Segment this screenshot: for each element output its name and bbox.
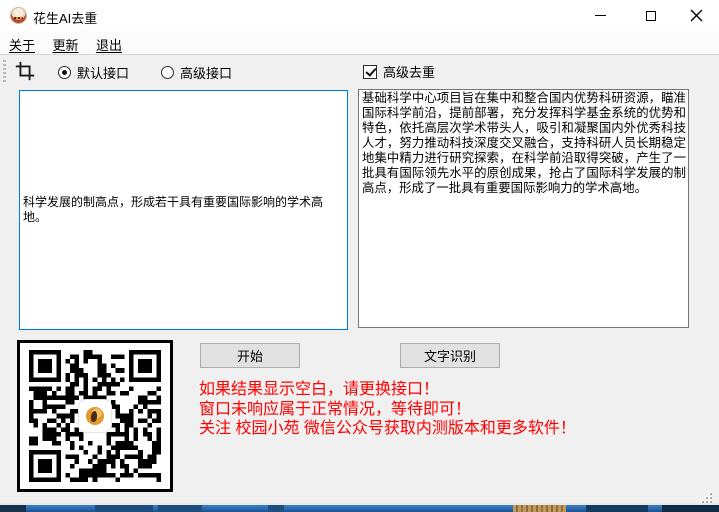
checkbox-advanced-dedupe[interactable]: 高级去重 bbox=[363, 62, 435, 81]
maximize-button[interactable] bbox=[628, 0, 673, 31]
qr-center-logo bbox=[79, 400, 111, 432]
minimize-icon bbox=[595, 15, 606, 16]
notice-line-1: 如果结果显示空白，请更换接口！ bbox=[199, 380, 576, 400]
menu-item-about[interactable]: 关于 bbox=[9, 35, 35, 54]
ocr-button[interactable]: 文字识别 bbox=[400, 343, 500, 368]
toolbar: 默认接口 高级接口 高级去重 bbox=[0, 56, 719, 86]
checkbox-icon bbox=[363, 65, 377, 79]
title-bar: 花生AI去重 bbox=[0, 0, 719, 31]
notice-line-3: 关注 校园小苑 微信公众号获取内测版本和更多软件！ bbox=[199, 419, 576, 439]
radio-default-api[interactable]: 默认接口 bbox=[58, 63, 129, 82]
radio-advanced-api[interactable]: 高级接口 bbox=[161, 63, 232, 82]
notice-line-2: 窗口未响应属于正常情况，等待即可！ bbox=[199, 400, 576, 420]
minimize-button[interactable] bbox=[578, 0, 623, 31]
window-title: 花生AI去重 bbox=[33, 8, 97, 27]
source-text: 科学发展的制高点，形成若干具有重要国际影响的学术高地。 bbox=[20, 195, 347, 225]
screenshot-crop-button[interactable] bbox=[12, 58, 38, 84]
menu-bar: 关于 更新 退出 bbox=[0, 31, 719, 55]
crop-icon bbox=[14, 60, 36, 82]
radio-default-label: 默认接口 bbox=[77, 63, 129, 82]
close-icon bbox=[690, 9, 703, 22]
radio-advanced-label: 高级接口 bbox=[180, 63, 232, 82]
start-button[interactable]: 开始 bbox=[200, 343, 300, 368]
source-text-input[interactable]: 科学发展的制高点，形成若干具有重要国际影响的学术高地。 bbox=[19, 90, 348, 330]
radio-circle-icon bbox=[161, 66, 174, 79]
menu-item-exit[interactable]: 退出 bbox=[96, 35, 122, 54]
checkbox-label: 高级去重 bbox=[383, 62, 435, 81]
app-icon bbox=[10, 7, 27, 24]
qr-code bbox=[17, 340, 173, 492]
peanut-logo-icon bbox=[86, 407, 104, 425]
result-text: 基础科学中心项目旨在集中和整合国内优势科研资源，瞄准国际科学前沿，提前部署，充分… bbox=[359, 90, 688, 196]
close-button[interactable] bbox=[674, 0, 719, 31]
result-text-output[interactable]: 基础科学中心项目旨在集中和整合国内优势科研资源，瞄准国际科学前沿，提前部署，充分… bbox=[358, 89, 689, 328]
toolbar-gripper[interactable] bbox=[3, 60, 6, 82]
notice-block: 如果结果显示空白，请更换接口！ 窗口未响应属于正常情况，等待即可！ 关注 校园小… bbox=[199, 380, 576, 439]
radio-circle-icon bbox=[58, 66, 71, 79]
taskbar-sliver[interactable] bbox=[0, 505, 719, 512]
menu-item-update[interactable]: 更新 bbox=[52, 35, 78, 54]
maximize-icon bbox=[646, 11, 656, 21]
